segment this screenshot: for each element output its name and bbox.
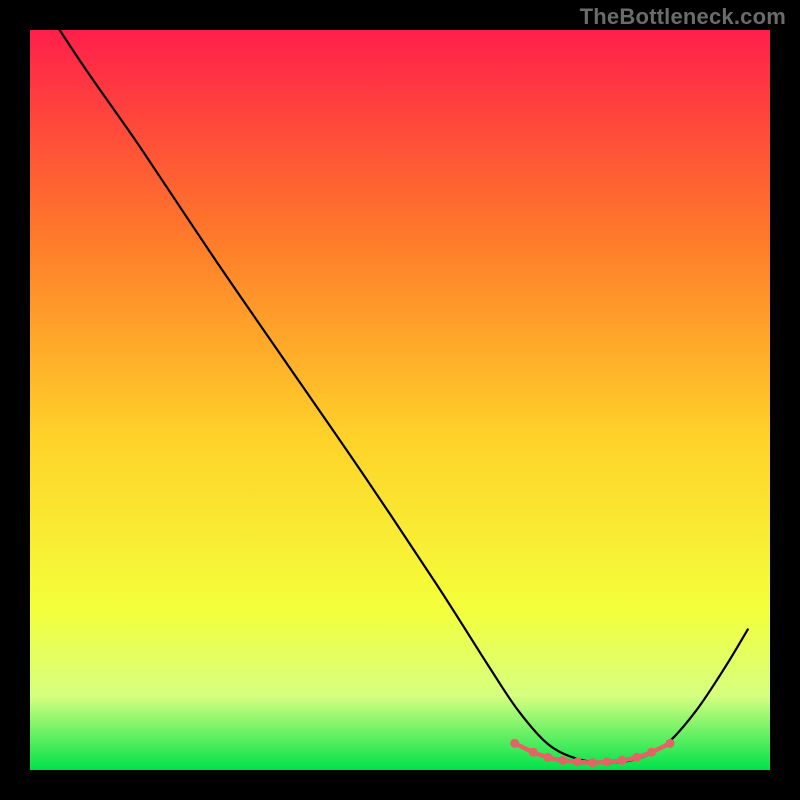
- marker-dot: [647, 748, 656, 757]
- bottleneck-chart: TheBottleneck.com: [0, 0, 800, 800]
- marker-dot: [666, 739, 675, 748]
- marker-dot: [529, 748, 538, 757]
- marker-dot: [510, 739, 519, 748]
- marker-dot: [632, 753, 641, 762]
- marker-dot: [588, 758, 597, 767]
- marker-dot: [618, 756, 627, 765]
- marker-dot: [544, 753, 553, 762]
- marker-dot: [573, 757, 582, 766]
- chart-svg: [0, 0, 800, 800]
- marker-dot: [558, 756, 567, 765]
- marker-dot: [603, 757, 612, 766]
- plot-area: [30, 30, 770, 770]
- watermark-text: TheBottleneck.com: [580, 4, 786, 30]
